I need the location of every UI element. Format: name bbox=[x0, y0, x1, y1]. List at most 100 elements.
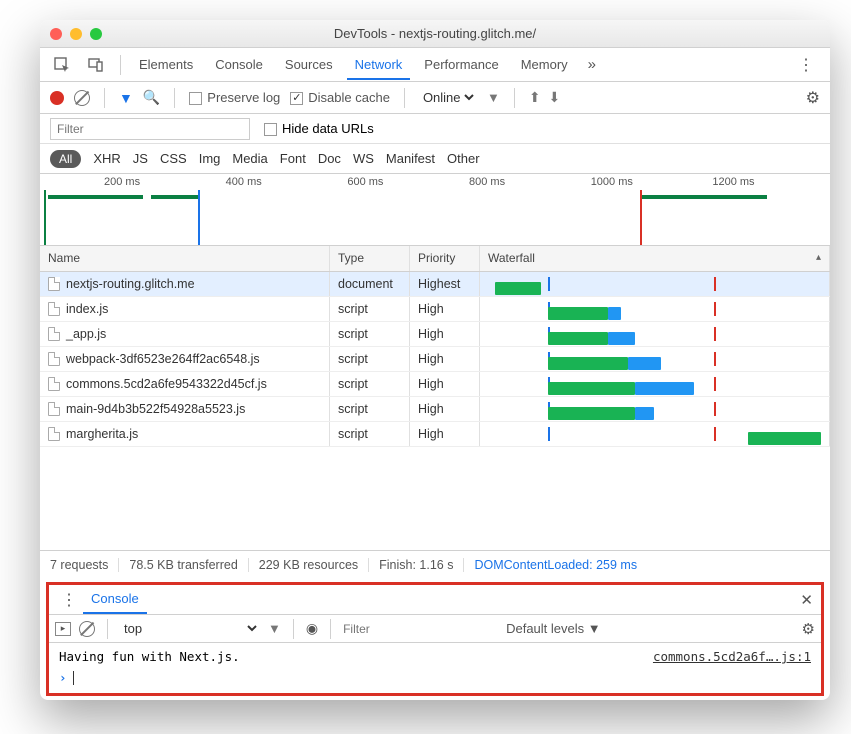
tab-elements[interactable]: Elements bbox=[131, 49, 201, 80]
filter-img[interactable]: Img bbox=[199, 151, 221, 166]
request-name: index.js bbox=[66, 302, 108, 316]
console-prompt[interactable]: › bbox=[49, 670, 821, 693]
table-row[interactable]: _app.jsscriptHigh bbox=[40, 322, 830, 347]
drawer-tabs: ⋮ Console ✕ bbox=[49, 585, 821, 615]
tab-memory[interactable]: Memory bbox=[513, 49, 576, 80]
request-type: script bbox=[330, 372, 410, 396]
table-row[interactable]: webpack-3df6523e264ff2ac6548.jsscriptHig… bbox=[40, 347, 830, 372]
filter-manifest[interactable]: Manifest bbox=[386, 151, 435, 166]
filter-other[interactable]: Other bbox=[447, 151, 480, 166]
waterfall-cell bbox=[480, 372, 830, 396]
request-type: script bbox=[330, 397, 410, 421]
execution-context-select[interactable]: top bbox=[120, 620, 260, 637]
waterfall-cell bbox=[480, 347, 830, 371]
overview-tick: 800 ms bbox=[465, 176, 587, 188]
waterfall-cell bbox=[480, 397, 830, 421]
waterfall-cell bbox=[480, 297, 830, 321]
request-name: nextjs-routing.glitch.me bbox=[66, 277, 195, 291]
tab-network[interactable]: Network bbox=[347, 49, 411, 80]
file-icon bbox=[48, 327, 60, 341]
filter-css[interactable]: CSS bbox=[160, 151, 187, 166]
throttling-select[interactable]: Online bbox=[419, 89, 477, 106]
waterfall-cell bbox=[480, 422, 830, 446]
network-settings-icon[interactable]: ⚙ bbox=[806, 88, 820, 108]
filter-xhr[interactable]: XHR bbox=[93, 151, 120, 166]
window-title: DevTools - nextjs-routing.glitch.me/ bbox=[40, 26, 830, 41]
filter-js[interactable]: JS bbox=[133, 151, 148, 166]
console-settings-icon[interactable]: ⚙ bbox=[802, 620, 815, 638]
col-header-waterfall[interactable]: Waterfall bbox=[480, 246, 830, 271]
preserve-log-label: Preserve log bbox=[207, 90, 280, 105]
filter-bar: Hide data URLs bbox=[40, 114, 830, 144]
drawer-close-button[interactable]: ✕ bbox=[800, 591, 813, 609]
tab-performance[interactable]: Performance bbox=[416, 49, 506, 80]
type-filter-bar: All XHR JS CSS Img Media Font Doc WS Man… bbox=[40, 144, 830, 174]
request-type: document bbox=[330, 272, 410, 296]
filter-ws[interactable]: WS bbox=[353, 151, 374, 166]
col-header-type[interactable]: Type bbox=[330, 246, 410, 271]
hide-data-urls-label: Hide data URLs bbox=[282, 121, 374, 136]
file-icon bbox=[48, 427, 60, 441]
console-toolbar: ▸ top ▼ ◉ Default levels ▼ ⚙ bbox=[49, 615, 821, 643]
table-row[interactable]: index.jsscriptHigh bbox=[40, 297, 830, 322]
preserve-log-checkbox[interactable]: Preserve log bbox=[189, 90, 280, 105]
table-row[interactable]: main-9d4b3b522f54928a5523.jsscriptHigh bbox=[40, 397, 830, 422]
upload-har-icon[interactable]: ⬆ bbox=[529, 89, 541, 106]
tab-console[interactable]: Console bbox=[207, 49, 271, 80]
request-priority: High bbox=[410, 397, 480, 421]
hide-data-urls-checkbox[interactable]: Hide data URLs bbox=[264, 121, 374, 136]
request-type: script bbox=[330, 322, 410, 346]
filter-input[interactable] bbox=[50, 118, 250, 140]
console-source-link[interactable]: commons.5cd2a6f….js:1 bbox=[653, 649, 811, 664]
disable-cache-label: Disable cache bbox=[308, 90, 390, 105]
request-priority: High bbox=[410, 322, 480, 346]
col-header-name[interactable]: Name bbox=[40, 246, 330, 271]
settings-menu-button[interactable]: ⋮ bbox=[790, 55, 822, 75]
table-row[interactable]: margherita.jsscriptHigh bbox=[40, 422, 830, 447]
overview-tick: 1200 ms bbox=[708, 176, 830, 188]
record-button[interactable] bbox=[50, 91, 64, 105]
summary-transferred: 78.5 KB transferred bbox=[119, 558, 248, 572]
table-row[interactable]: commons.5cd2a6fe9543322d45cf.jsscriptHig… bbox=[40, 372, 830, 397]
table-row[interactable]: nextjs-routing.glitch.me documentHighest bbox=[40, 272, 830, 297]
request-priority: High bbox=[410, 347, 480, 371]
request-priority: High bbox=[410, 297, 480, 321]
more-tabs-button[interactable]: » bbox=[582, 56, 602, 73]
live-expression-icon[interactable]: ◉ bbox=[306, 620, 318, 637]
console-log-row: Having fun with Next.js. commons.5cd2a6f… bbox=[49, 643, 821, 670]
waterfall-cell bbox=[480, 272, 830, 296]
download-har-icon[interactable]: ⬇ bbox=[549, 89, 561, 106]
console-clear-button[interactable] bbox=[79, 621, 95, 637]
inspect-icon[interactable] bbox=[48, 54, 76, 76]
log-levels-select[interactable]: Default levels ▼ bbox=[506, 621, 601, 636]
disable-cache-checkbox[interactable]: Disable cache bbox=[290, 90, 390, 105]
network-toolbar: ▼ 🔍 Preserve log Disable cache Online ▼ … bbox=[40, 82, 830, 114]
file-icon bbox=[48, 352, 60, 366]
clear-button[interactable] bbox=[74, 90, 90, 106]
drawer-menu-icon[interactable]: ⋮ bbox=[55, 590, 83, 610]
panel-tabs: Elements Console Sources Network Perform… bbox=[40, 48, 830, 82]
request-priority: High bbox=[410, 372, 480, 396]
console-sidebar-toggle-icon[interactable]: ▸ bbox=[55, 622, 71, 636]
network-overview[interactable]: 200 ms 400 ms 600 ms 800 ms 1000 ms 1200… bbox=[40, 174, 830, 246]
search-icon[interactable]: 🔍 bbox=[143, 89, 160, 106]
network-table-header[interactable]: Name Type Priority Waterfall bbox=[40, 246, 830, 272]
filter-font[interactable]: Font bbox=[280, 151, 306, 166]
tab-sources[interactable]: Sources bbox=[277, 49, 341, 80]
filter-doc[interactable]: Doc bbox=[318, 151, 341, 166]
summary-domcontentloaded: DOMContentLoaded: 259 ms bbox=[464, 558, 647, 572]
summary-finish: Finish: 1.16 s bbox=[369, 558, 464, 572]
overview-tick: 600 ms bbox=[343, 176, 465, 188]
drawer-tab-console[interactable]: Console bbox=[83, 585, 147, 614]
col-header-priority[interactable]: Priority bbox=[410, 246, 480, 271]
filter-toggle-icon[interactable]: ▼ bbox=[119, 90, 133, 106]
window-titlebar: DevTools - nextjs-routing.glitch.me/ bbox=[40, 20, 830, 48]
console-filter-input[interactable] bbox=[343, 622, 498, 636]
file-icon bbox=[48, 277, 60, 291]
network-table-body: nextjs-routing.glitch.medocumentHighesti… bbox=[40, 272, 830, 447]
summary-requests: 7 requests bbox=[50, 558, 119, 572]
request-priority: Highest bbox=[410, 272, 480, 296]
filter-all[interactable]: All bbox=[50, 150, 81, 168]
filter-media[interactable]: Media bbox=[232, 151, 267, 166]
device-mode-icon[interactable] bbox=[82, 54, 110, 76]
